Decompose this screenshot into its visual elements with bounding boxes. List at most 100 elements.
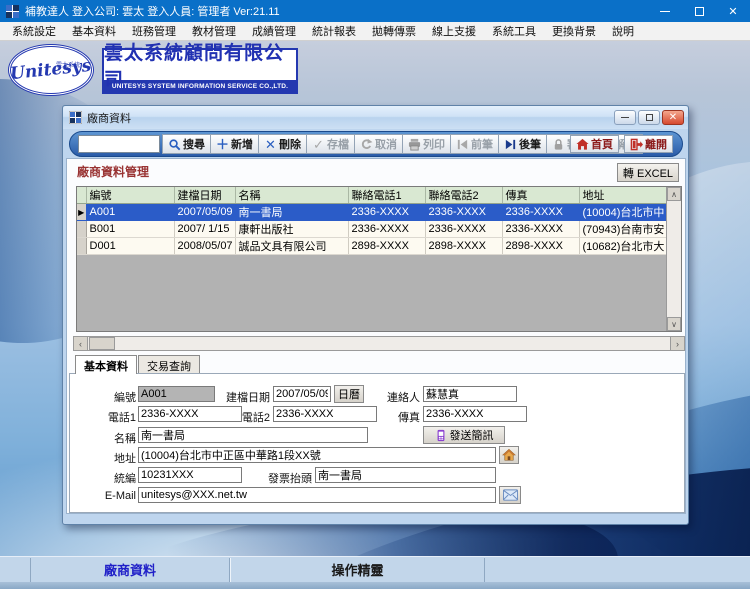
contact-field[interactable] bbox=[423, 386, 517, 402]
col-phone2[interactable]: 聯絡電話2 bbox=[425, 187, 502, 204]
cell[interactable]: (70943)台南市安 bbox=[579, 221, 668, 238]
add-button[interactable]: ＋ 新增 bbox=[211, 134, 259, 154]
cell[interactable]: 誠品文具有限公司 bbox=[235, 238, 348, 255]
cell[interactable]: 2336-XXXX bbox=[425, 221, 502, 238]
scroll-thumb[interactable] bbox=[89, 337, 115, 350]
col-phone1[interactable]: 聯絡電話1 bbox=[348, 187, 425, 204]
cell[interactable]: 2336-XXXX bbox=[348, 221, 425, 238]
menu-statistics-reports[interactable]: 統計報表 bbox=[304, 21, 364, 41]
tab-transaction-query[interactable]: 交易查詢 bbox=[138, 355, 200, 373]
cell[interactable]: 2336-XXXX bbox=[502, 221, 579, 238]
table-row[interactable]: B001 2007/ 1/15 康軒出版社 2336-XXXX 2336-XXX… bbox=[77, 221, 668, 238]
export-excel-button[interactable]: 轉 EXCEL bbox=[617, 163, 679, 182]
cell[interactable]: 2007/05/09 bbox=[174, 204, 235, 221]
table-row[interactable]: D001 2008/05/07 誠品文具有限公司 2898-XXXX 2898-… bbox=[77, 238, 668, 255]
scroll-left-icon[interactable]: ‹ bbox=[74, 337, 88, 350]
cell[interactable]: 南一書局 bbox=[235, 204, 348, 221]
cell[interactable]: 2898-XXXX bbox=[425, 238, 502, 255]
cell[interactable]: 2008/05/07 bbox=[174, 238, 235, 255]
cell[interactable]: 2336-XXXX bbox=[348, 204, 425, 221]
code-field[interactable] bbox=[138, 386, 215, 402]
search-button-label: 搜尋 bbox=[183, 136, 205, 152]
vendor-close-button[interactable]: ✕ bbox=[662, 110, 684, 125]
calendar-button[interactable]: 日曆 bbox=[334, 385, 364, 403]
date-field[interactable] bbox=[273, 386, 331, 402]
lock-icon bbox=[552, 138, 565, 151]
taskbar-vendor-data[interactable]: 廠商資料 bbox=[30, 558, 230, 582]
cell[interactable]: D001 bbox=[86, 238, 174, 255]
name-field[interactable] bbox=[138, 427, 368, 443]
cell[interactable]: 2898-XXXX bbox=[348, 238, 425, 255]
cell[interactable]: B001 bbox=[86, 221, 174, 238]
tab-basic-data[interactable]: 基本資料 bbox=[75, 355, 137, 374]
menu-basic-data[interactable]: 基本資料 bbox=[64, 21, 124, 41]
minimize-button[interactable] bbox=[648, 0, 682, 22]
fax-field[interactable] bbox=[423, 406, 527, 422]
menu-class-management[interactable]: 班務管理 bbox=[124, 21, 184, 41]
send-sms-label: 發送簡訊 bbox=[450, 427, 494, 443]
section-title: 廠商資料管理 bbox=[77, 163, 149, 180]
cancel-button[interactable]: 取消 bbox=[355, 134, 403, 154]
menu-system-settings[interactable]: 系統設定 bbox=[4, 21, 64, 41]
address-field[interactable] bbox=[138, 447, 496, 463]
exit-button[interactable]: 離開 bbox=[624, 135, 673, 153]
cell[interactable]: A001 bbox=[86, 204, 174, 221]
table-row-selected[interactable]: ▶ A001 2007/05/09 南一書局 2336-XXXX 2336-XX… bbox=[77, 204, 668, 221]
col-fax[interactable]: 傳真 bbox=[502, 187, 579, 204]
vendor-minimize-button[interactable] bbox=[614, 110, 636, 125]
next-record-button[interactable]: 後筆 bbox=[499, 134, 547, 154]
cell[interactable]: 2007/ 1/15 bbox=[174, 221, 235, 238]
close-button[interactable]: ✕ bbox=[716, 0, 750, 22]
taskbar-operation-wizard[interactable]: 操作精靈 bbox=[230, 558, 485, 582]
cell[interactable]: 康軒出版社 bbox=[235, 221, 348, 238]
add-icon: ＋ bbox=[216, 138, 229, 151]
menu-material-management[interactable]: 教材管理 bbox=[184, 21, 244, 41]
vertical-scrollbar[interactable]: ∧ ∨ bbox=[666, 187, 681, 331]
horizontal-scrollbar[interactable]: ‹ › bbox=[73, 336, 685, 351]
vendor-grid: 編號 建檔日期 名稱 聯絡電話1 聯絡電話2 傳真 地址 ▶ A001 2007… bbox=[76, 186, 682, 332]
email-field[interactable] bbox=[138, 487, 496, 503]
scroll-down-icon[interactable]: ∨ bbox=[667, 317, 681, 331]
cell[interactable]: (10682)台北市大 bbox=[579, 238, 668, 255]
delete-button[interactable]: ✕ 刪除 bbox=[259, 134, 307, 154]
cell[interactable]: (10004)台北市中 bbox=[579, 204, 668, 221]
save-button[interactable]: ✓ 存檔 bbox=[307, 134, 355, 154]
name-label: 名稱 bbox=[78, 430, 136, 446]
save-button-label: 存檔 bbox=[327, 136, 349, 152]
previous-record-button[interactable]: 前筆 bbox=[451, 134, 499, 154]
home-button[interactable]: 首頁 bbox=[570, 135, 619, 153]
menu-help[interactable]: 說明 bbox=[604, 21, 642, 41]
search-input[interactable] bbox=[78, 135, 160, 153]
vendor-table: 編號 建檔日期 名稱 聯絡電話1 聯絡電話2 傳真 地址 ▶ A001 2007… bbox=[77, 187, 669, 255]
window-title: 補教達人 登入公司: 雲太 登入人員: 管理者 Ver:21.11 bbox=[25, 3, 280, 19]
menu-change-background[interactable]: 更換背景 bbox=[544, 21, 604, 41]
cell[interactable]: 2898-XXXX bbox=[502, 238, 579, 255]
mail-icon bbox=[503, 489, 518, 501]
cell[interactable]: 2336-XXXX bbox=[425, 204, 502, 221]
menu-online-support[interactable]: 線上支援 bbox=[424, 21, 484, 41]
invoice-title-field[interactable] bbox=[315, 467, 496, 483]
print-button[interactable]: 列印 bbox=[403, 134, 451, 154]
table-header-row: 編號 建檔日期 名稱 聯絡電話1 聯絡電話2 傳真 地址 bbox=[77, 187, 668, 204]
send-email-button[interactable] bbox=[499, 486, 521, 504]
vendor-restore-button[interactable] bbox=[638, 110, 660, 125]
cell[interactable]: 2336-XXXX bbox=[502, 204, 579, 221]
col-code[interactable]: 編號 bbox=[86, 187, 174, 204]
menu-system-tools[interactable]: 系統工具 bbox=[484, 21, 544, 41]
tax-id-field[interactable] bbox=[138, 467, 242, 483]
search-button[interactable]: 搜尋 bbox=[162, 134, 211, 154]
menu-voucher-transfer[interactable]: 拋轉傳票 bbox=[364, 21, 424, 41]
next-button-label: 後筆 bbox=[519, 136, 541, 152]
logo-script-text: Unitesys bbox=[10, 56, 93, 84]
scroll-right-icon[interactable]: › bbox=[670, 337, 684, 350]
maximize-button[interactable] bbox=[682, 0, 716, 22]
menu-grade-management[interactable]: 成績管理 bbox=[244, 21, 304, 41]
send-sms-button[interactable]: 發送簡訊 bbox=[423, 426, 505, 444]
col-address[interactable]: 地址 bbox=[579, 187, 668, 204]
scroll-up-icon[interactable]: ∧ bbox=[667, 187, 681, 201]
col-name[interactable]: 名稱 bbox=[235, 187, 348, 204]
col-date[interactable]: 建檔日期 bbox=[174, 187, 235, 204]
map-home-button[interactable] bbox=[499, 446, 519, 464]
phone2-field[interactable] bbox=[273, 406, 377, 422]
exit-button-label: 離開 bbox=[645, 136, 667, 152]
